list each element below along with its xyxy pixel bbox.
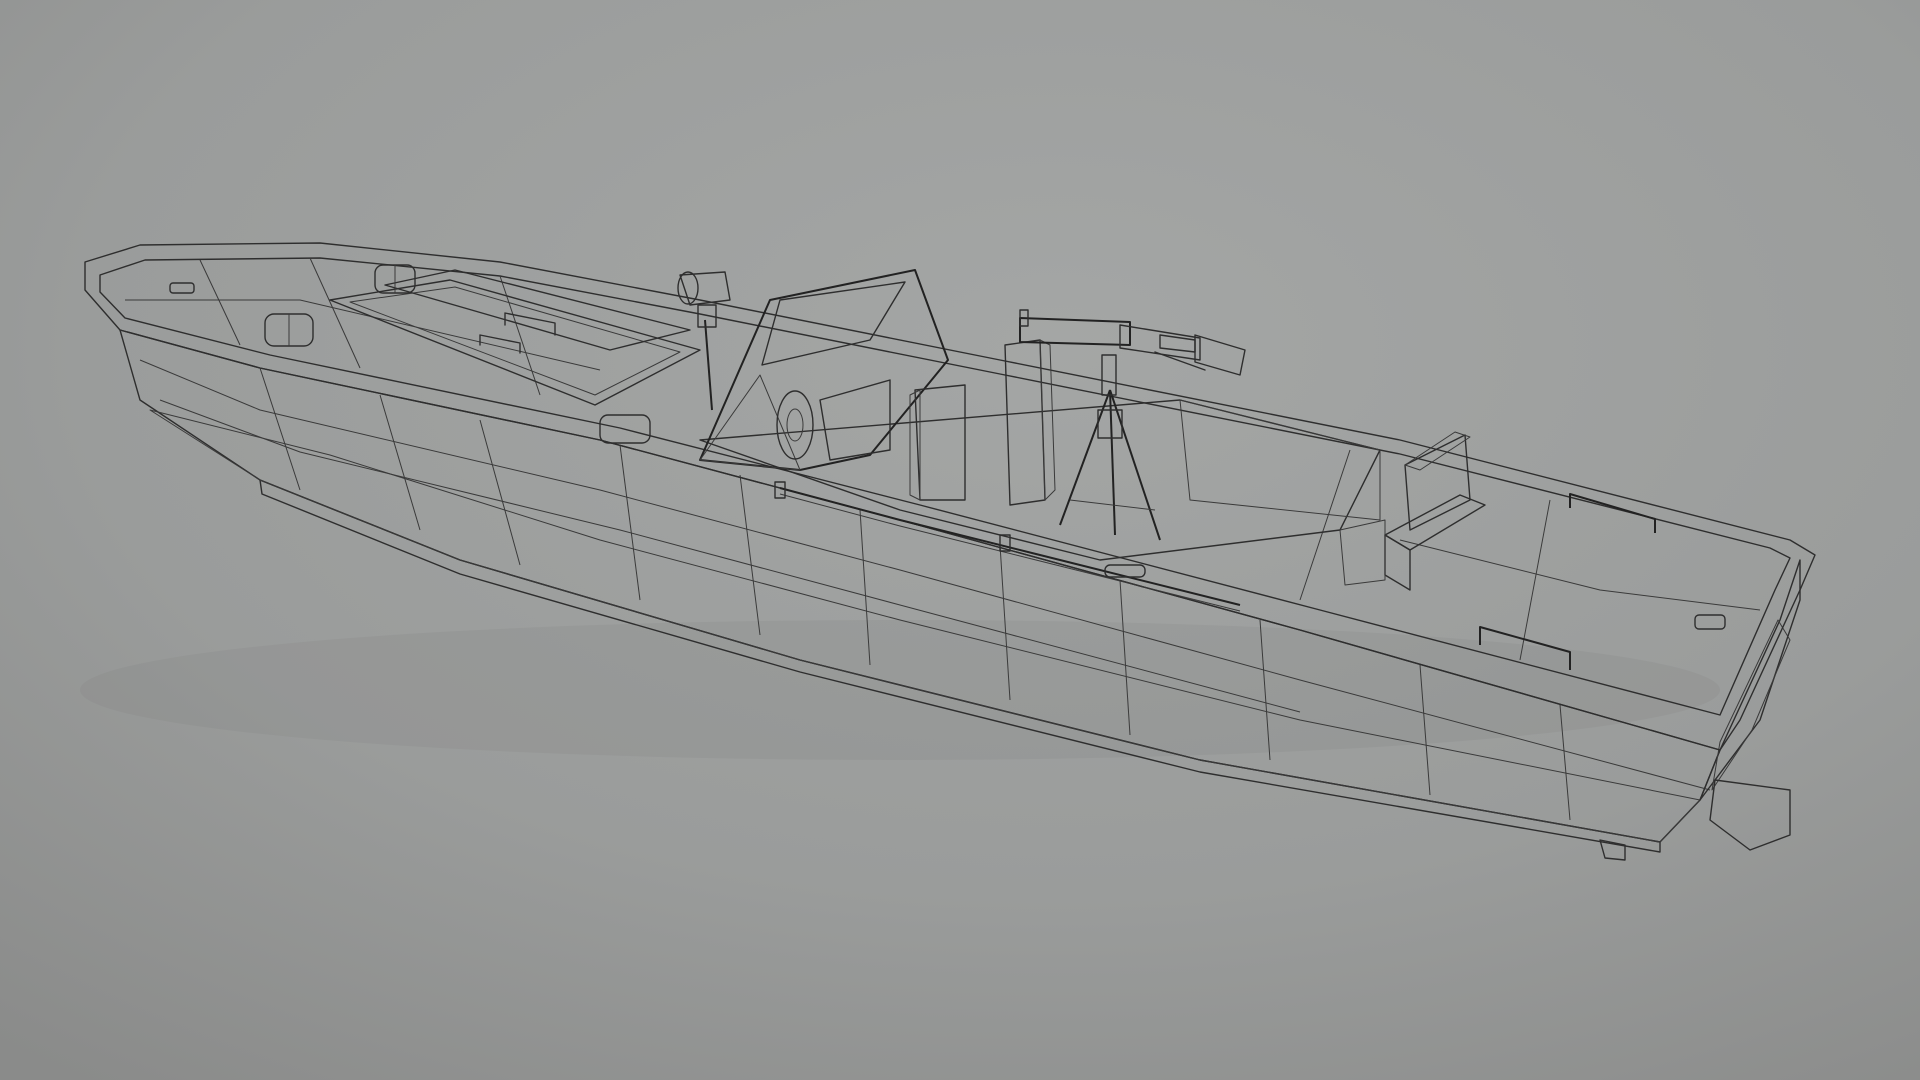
boat-render <box>0 0 1920 1080</box>
ground-shadow <box>80 620 1720 760</box>
viewport-background <box>0 0 1920 1080</box>
3d-viewport[interactable] <box>0 0 1920 1080</box>
